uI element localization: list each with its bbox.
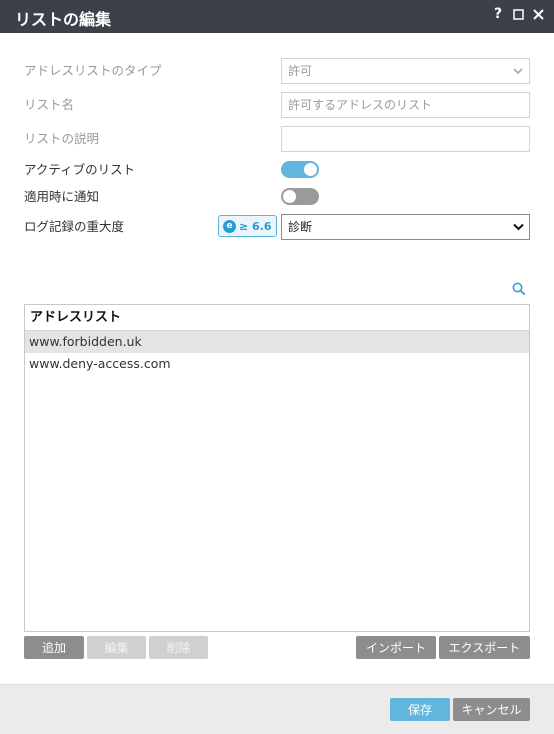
list-name-input[interactable]: 許可するアドレスのリスト <box>281 92 530 118</box>
list-type-label: アドレスリストのタイプ <box>24 63 162 78</box>
list-description-row: リストの説明 <box>24 126 530 152</box>
search-icon[interactable] <box>512 282 526 296</box>
edit-button[interactable]: 編集 <box>87 636 146 659</box>
chevron-down-icon <box>513 68 523 75</box>
list-description-label: リストの説明 <box>24 131 100 146</box>
cancel-button[interactable]: キャンセル <box>453 698 530 721</box>
delete-button[interactable]: 削除 <box>149 636 208 659</box>
log-severity-label: ログ記録の重大度 <box>24 219 125 234</box>
log-severity-select[interactable]: 診断 <box>281 214 530 240</box>
help-icon[interactable]: ? <box>492 6 504 22</box>
active-list-toggle[interactable] <box>281 161 319 178</box>
log-severity-value: 診断 <box>288 220 313 234</box>
table-header: アドレスリスト <box>25 305 529 331</box>
version-badge-text: ≥ 6.6 <box>239 219 272 233</box>
table-row[interactable]: www.forbidden.uk <box>25 331 529 353</box>
dialog-footer: 保存 キャンセル <box>0 684 554 734</box>
table-row[interactable]: www.deny-access.com <box>25 353 529 375</box>
active-list-label: アクティブのリスト <box>24 162 136 177</box>
log-severity-row: ログ記録の重大度 e ≥ 6.6 診断 <box>24 214 530 240</box>
eset-icon: e <box>223 219 236 233</box>
version-badge: e ≥ 6.6 <box>218 215 277 237</box>
window-controls: ? <box>492 6 544 22</box>
notify-row: 適用時に通知 <box>24 184 530 210</box>
notify-label: 適用時に通知 <box>24 189 100 204</box>
notify-toggle[interactable] <box>281 188 319 205</box>
list-name-row: リスト名 許可するアドレスのリスト <box>24 92 530 118</box>
toggle-knob <box>304 163 317 176</box>
toggle-knob <box>283 190 296 203</box>
close-icon[interactable] <box>532 6 544 22</box>
list-type-select: 許可 <box>281 58 530 84</box>
list-name-label: リスト名 <box>24 97 75 112</box>
active-list-row: アクティブのリスト <box>24 157 530 183</box>
list-type-value: 許可 <box>288 64 313 78</box>
add-button[interactable]: 追加 <box>24 636 84 659</box>
save-button[interactable]: 保存 <box>390 698 450 721</box>
edit-list-dialog: リストの編集 ? アドレスリストのタイプ 許可 リスト名 許可するアドレスのリス… <box>0 0 554 734</box>
chevron-down-icon <box>513 223 524 231</box>
title-bar: リストの編集 ? <box>0 0 554 33</box>
list-type-row: アドレスリストのタイプ 許可 <box>24 58 530 84</box>
export-button[interactable]: エクスポート <box>439 636 530 659</box>
address-list-table: アドレスリスト www.forbidden.uk www.deny-access… <box>24 304 530 632</box>
maximize-icon[interactable] <box>512 6 524 22</box>
dialog-title: リストの編集 <box>15 10 112 29</box>
list-description-input[interactable] <box>281 126 530 152</box>
import-button[interactable]: インポート <box>356 636 436 659</box>
